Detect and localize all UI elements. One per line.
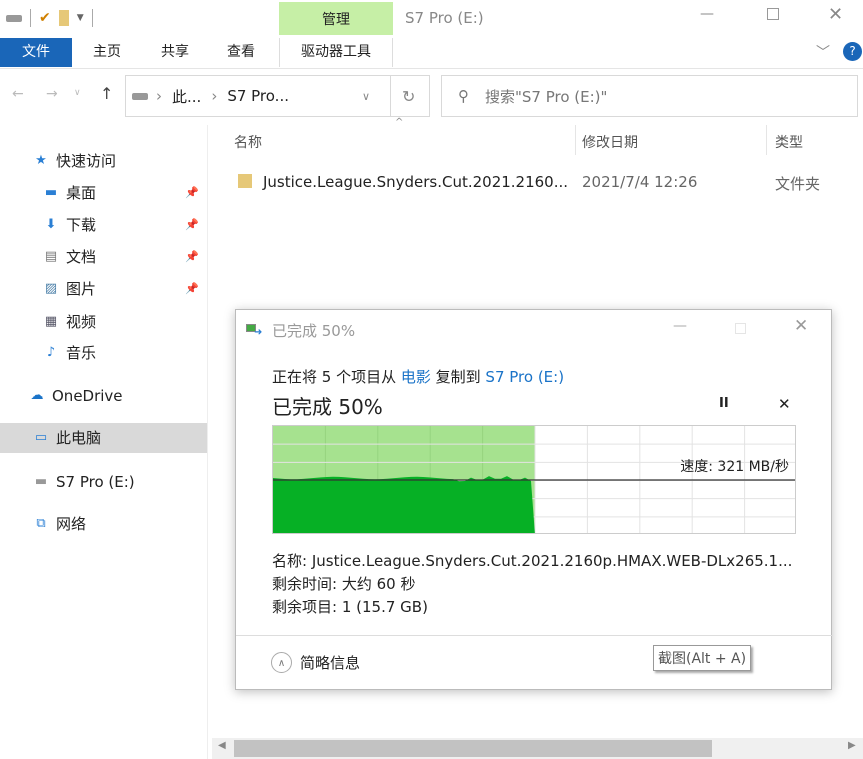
sidebar-item[interactable]: ▤ 文档 📌 xyxy=(0,242,207,272)
close-button[interactable]: ✕ xyxy=(828,4,843,25)
speed-label: 速度: 321 MB/秒 xyxy=(680,459,789,475)
sidebar-item[interactable]: ▭ 此电脑 xyxy=(0,423,207,453)
tab-home[interactable]: 主页 xyxy=(78,38,136,67)
sidebar-item[interactable]: ★ 快速访问 xyxy=(0,146,207,176)
column-header-type[interactable]: 类型 xyxy=(775,132,803,152)
dialog-title: 已完成 50% xyxy=(272,322,356,340)
refresh-icon[interactable]: ↻ xyxy=(402,87,415,106)
minimize-button[interactable]: — xyxy=(700,6,714,22)
pin-icon[interactable]: 📌 xyxy=(185,178,199,208)
column-header-name[interactable]: 名称 xyxy=(234,132,262,152)
sidebar-item-label: 快速访问 xyxy=(56,152,117,170)
document-icon: ▤ xyxy=(44,249,58,264)
dialog-close-button[interactable]: ✕ xyxy=(794,316,808,336)
sidebar-item-label: 文档 xyxy=(66,248,97,266)
drive-icon[interactable] xyxy=(6,14,22,22)
items-remaining: 剩余项目: 1 (15.7 GB) xyxy=(272,598,428,616)
cloud-icon: ☁ xyxy=(30,388,44,403)
time-remaining: 剩余时间: 大约 60 秒 xyxy=(272,575,416,593)
file-name: Justice.League.Snyders.Cut.2021.2160... xyxy=(263,173,569,191)
horizontal-scrollbar[interactable]: ◀ ▶ xyxy=(212,738,863,759)
address-bar[interactable]: › 此... › S7 Pro... ∨ ↻ xyxy=(125,75,430,117)
pin-icon[interactable]: 📌 xyxy=(185,242,199,272)
sidebar-item-label: OneDrive xyxy=(52,387,123,405)
video-icon: ▦ xyxy=(44,314,58,329)
sidebar-item[interactable]: ♪ 音乐 xyxy=(0,338,207,368)
sidebar-item-label: 桌面 xyxy=(66,184,97,202)
pin-icon[interactable]: 📌 xyxy=(185,210,199,240)
window-title: S7 Pro (E:) xyxy=(405,9,484,27)
breadcrumb-drive[interactable]: S7 Pro... xyxy=(227,87,289,105)
sidebar-item[interactable]: ▦ 视频 xyxy=(0,307,207,337)
pin-icon[interactable]: 📌 xyxy=(185,274,199,304)
tab-drive-tools[interactable]: 驱动器工具 xyxy=(279,38,393,67)
forward-button[interactable]: → xyxy=(46,86,58,102)
scroll-right-icon[interactable]: ▶ xyxy=(848,740,856,751)
file-row[interactable]: Justice.League.Snyders.Cut.2021.2160... … xyxy=(230,168,863,196)
speed-area xyxy=(273,476,535,533)
back-button[interactable]: ← xyxy=(12,86,24,102)
breadcrumb-this-pc[interactable]: 此... xyxy=(172,86,201,107)
progress-heading: 已完成 50% xyxy=(272,395,383,419)
recent-dropdown-icon[interactable]: ∨ xyxy=(74,88,81,98)
folder-icon xyxy=(238,174,252,188)
progress-graph: 速度: 321 MB/秒 xyxy=(272,425,796,534)
desktop-icon: ▬ xyxy=(44,185,58,200)
maximize-button[interactable] xyxy=(767,8,779,20)
copy-progress-dialog: ➜ 已完成 50% — ✕ 正在将 5 个项目从 电影 复制到 S7 Pro (… xyxy=(235,309,833,690)
column-header-date[interactable]: 修改日期 xyxy=(582,132,638,152)
drive-icon xyxy=(132,92,148,100)
tab-share[interactable]: 共享 xyxy=(146,38,204,67)
file-type: 文件夹 xyxy=(775,175,821,193)
customize-dropdown-icon[interactable]: ▼ xyxy=(77,13,84,23)
context-tab-manage: 管理 xyxy=(279,2,393,35)
file-name-line: 名称: Justice.League.Snyders.Cut.2021.2160… xyxy=(272,552,793,570)
sidebar-item-label: 图片 xyxy=(66,280,97,298)
quick-access-toolbar: ✔ ▼ xyxy=(6,8,93,28)
up-button[interactable]: ↑ xyxy=(100,84,113,103)
dialog-maximize-button[interactable] xyxy=(735,323,746,334)
sidebar-item-label: 网络 xyxy=(56,515,87,533)
music-icon: ♪ xyxy=(46,345,56,360)
sidebar-item-label: S7 Pro (E:) xyxy=(56,473,135,491)
copy-description: 正在将 5 个项目从 电影 复制到 S7 Pro (E:) xyxy=(272,368,565,386)
tab-view[interactable]: 查看 xyxy=(212,38,270,67)
tab-file[interactable]: 文件 xyxy=(0,38,72,67)
properties-icon[interactable]: ✔ xyxy=(39,10,51,26)
pictures-icon: ▨ xyxy=(44,281,58,296)
address-dropdown-icon[interactable]: ∨ xyxy=(362,90,370,103)
chevron-up-icon: ∧ xyxy=(271,652,292,673)
expand-ribbon-icon[interactable]: ﹀ xyxy=(816,42,830,62)
computer-icon: ▭ xyxy=(34,430,48,445)
search-icon: ⚲ xyxy=(458,87,469,105)
sidebar-item[interactable]: ▬ S7 Pro (E:) xyxy=(0,467,207,497)
scroll-left-icon[interactable]: ◀ xyxy=(218,740,226,751)
cancel-button[interactable]: ✕ xyxy=(778,395,791,413)
network-icon: ⧉ xyxy=(36,516,46,531)
sidebar-item-label: 此电脑 xyxy=(56,429,102,447)
fewer-details-button[interactable]: ∧ 简略信息 xyxy=(271,652,360,673)
sidebar-item-label: 视频 xyxy=(66,313,97,331)
dialog-minimize-button[interactable]: — xyxy=(673,318,687,334)
star-icon: ★ xyxy=(35,153,47,168)
download-icon: ⬇ xyxy=(45,217,57,232)
search-input[interactable]: ⚲ 搜索"S7 Pro (E:)" xyxy=(441,75,858,117)
new-folder-icon[interactable] xyxy=(58,10,69,26)
source-link[interactable]: 电影 xyxy=(401,368,431,386)
sidebar-item[interactable]: ▬ 桌面 📌 xyxy=(0,178,207,208)
sidebar-item[interactable]: ▨ 图片 📌 xyxy=(0,274,207,304)
scroll-thumb[interactable] xyxy=(234,740,712,757)
pause-button[interactable]: II xyxy=(719,396,729,411)
sidebar-item-label: 音乐 xyxy=(66,344,97,362)
destination-link[interactable]: S7 Pro (E:) xyxy=(485,368,564,386)
drive-icon: ▬ xyxy=(34,474,48,489)
sidebar-item-label: 下载 xyxy=(66,216,97,234)
help-icon[interactable]: ? xyxy=(843,42,862,61)
sidebar-item[interactable]: ☁ OneDrive xyxy=(0,381,207,411)
sidebar-item[interactable]: ⬇ 下载 📌 xyxy=(0,210,207,240)
sort-indicator-icon: ^ xyxy=(395,117,404,128)
sidebar-item[interactable]: ⧉ 网络 xyxy=(0,509,207,539)
file-date: 2021/7/4 12:26 xyxy=(582,173,698,191)
screenshot-tooltip: 截图(Alt + A) xyxy=(653,645,752,671)
